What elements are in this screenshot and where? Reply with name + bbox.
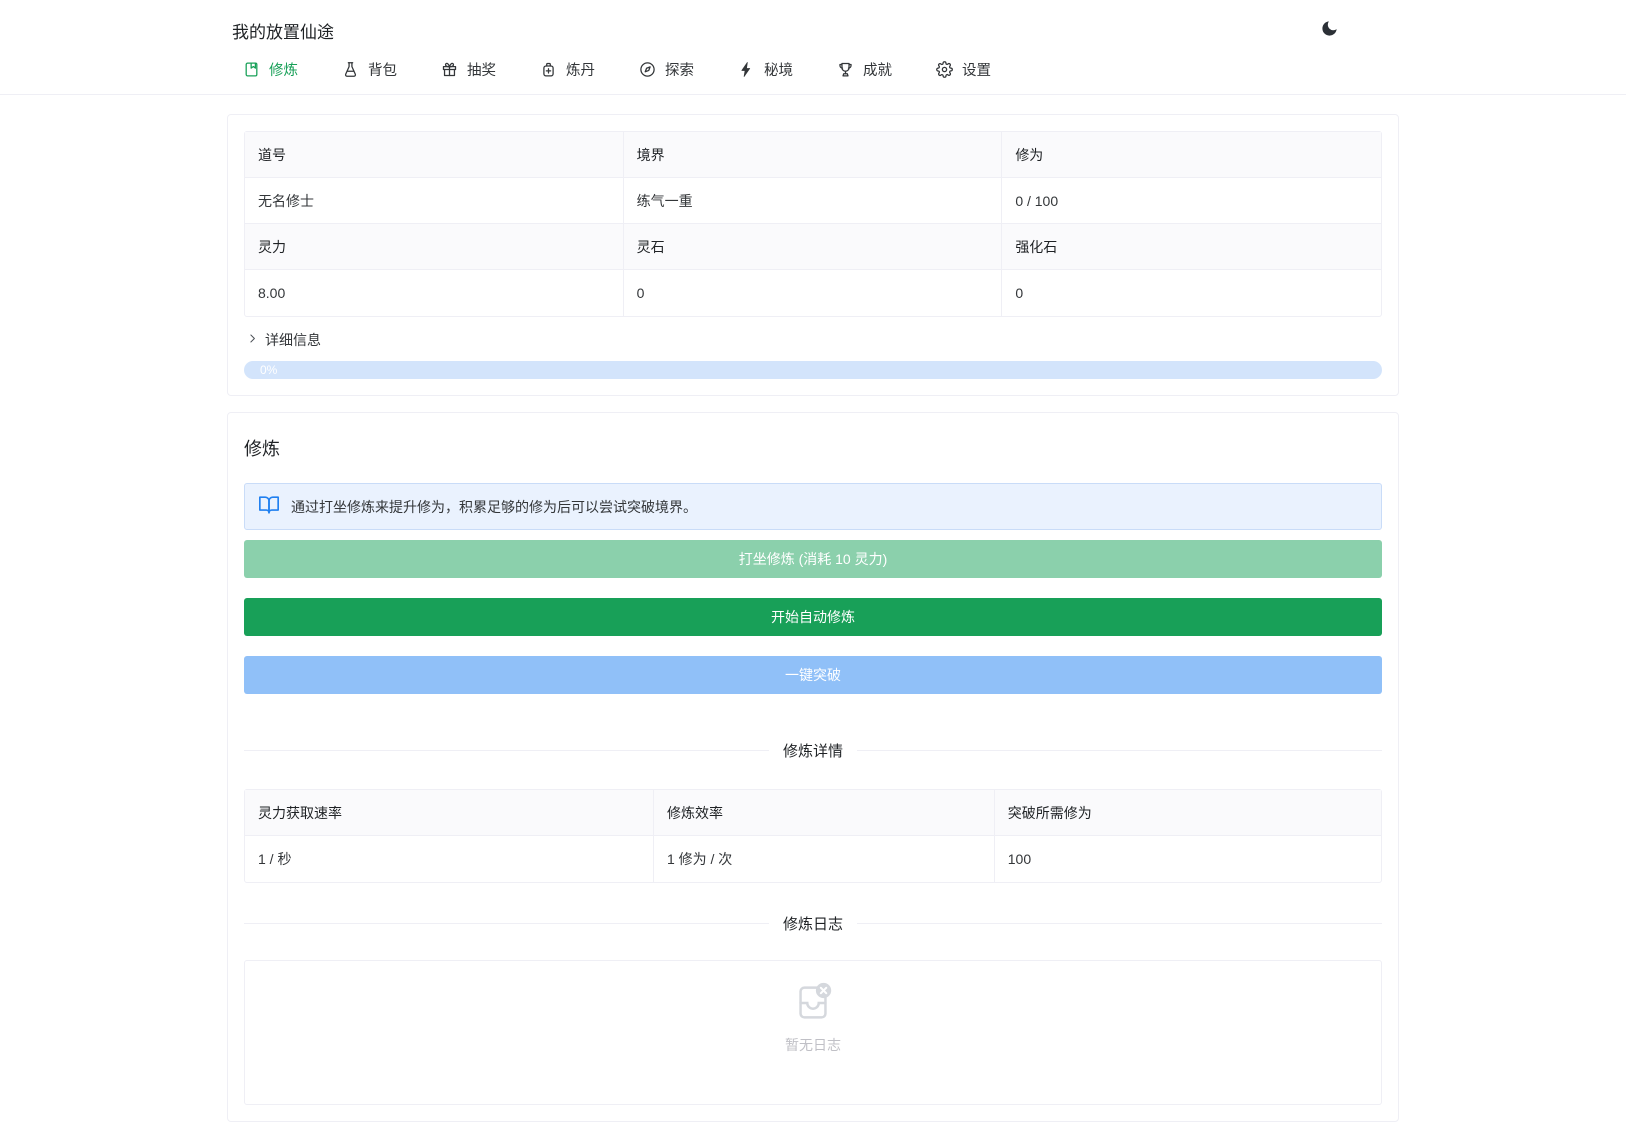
details-collapse-toggle[interactable]: 详细信息 [244,330,1382,350]
tab-achievements[interactable]: 成就 [837,59,892,80]
cultivation-card: 修炼 通过打坐修炼来提升修为，积累足够的修为后可以尝试突破境界。 打坐修炼 (消… [227,412,1399,1122]
flask-icon [342,61,359,78]
book-icon [243,61,260,78]
moon-icon [1320,19,1339,41]
progress-percent-label: 0% [260,363,278,377]
compass-icon [639,61,656,78]
log-divider: 修炼日志 [244,913,1382,934]
stat-header-spirit-power: 灵力 [245,224,624,270]
tab-secret-realm[interactable]: 秘境 [738,59,793,80]
auto-cultivate-button[interactable]: 开始自动修炼 [244,598,1382,636]
table-row: 灵力 灵石 强化石 [245,224,1381,270]
gear-icon [936,61,953,78]
tab-label: 修炼 [269,63,298,79]
stat-value-cultivation: 0 / 100 [1002,178,1381,224]
tab-lottery[interactable]: 抽奖 [441,59,496,80]
table-row: 1 / 秒 1 修为 / 次 100 [245,836,1381,882]
tab-settings[interactable]: 设置 [936,59,991,80]
stat-header-cultivation: 修为 [1002,132,1381,178]
cultivation-card-title: 修炼 [244,439,280,459]
main-nav: 修炼 背包 抽奖 炼丹 探索 秘境 成就 设置 [227,46,1399,94]
book-open-icon [258,494,280,519]
cultivation-tip-alert: 通过打坐修炼来提升修为，积累足够的修为后可以尝试突破境界。 [244,483,1382,530]
tab-cultivation[interactable]: 修炼 [243,59,298,80]
table-row: 无名修士 练气一重 0 / 100 [245,178,1381,224]
page-title: 我的放置仙途 [232,22,334,42]
table-row: 灵力获取速率 修炼效率 突破所需修为 [245,790,1381,836]
stat-header-dao-name: 道号 [245,132,624,178]
stat-value-realm: 练气一重 [623,178,1003,224]
tab-label: 探索 [665,63,694,79]
log-divider-label: 修炼日志 [783,916,844,933]
tab-explore[interactable]: 探索 [639,59,694,80]
empty-log-text: 暂无日志 [785,1037,841,1053]
bolt-icon [738,61,755,78]
tab-label: 背包 [368,63,397,79]
details-divider-label: 修炼详情 [783,743,844,760]
tab-label: 设置 [962,63,991,79]
cultivation-details-table: 灵力获取速率 修炼效率 突破所需修为 1 / 秒 1 修为 / 次 100 [244,789,1382,883]
stat-value-enhance-stones: 0 [1015,285,1024,301]
details-toggle-label: 详细信息 [265,332,321,348]
inbox-x-icon [790,979,836,1028]
trophy-icon [837,61,854,78]
tab-label: 秘境 [764,63,793,79]
chevron-right-icon [246,332,259,348]
tab-backpack[interactable]: 背包 [342,59,397,80]
cultivation-log-empty-state: 暂无日志 [244,960,1382,1105]
stat-header-enhance-stones: 强化石 [1002,224,1381,270]
gift-icon [441,61,458,78]
table-row: 道号 境界 修为 [245,132,1381,178]
cultivation-tip-text: 通过打坐修炼来提升修为，积累足够的修为后可以尝试突破境界。 [291,498,697,515]
details-divider: 修炼详情 [244,740,1382,761]
meditate-button[interactable]: 打坐修炼 (消耗 10 灵力) [244,540,1382,578]
detail-header-breakthrough-req: 突破所需修为 [994,790,1381,836]
detail-value-breakthrough-req: 100 [1007,851,1032,867]
detail-header-spirit-rate: 灵力获取速率 [245,790,654,836]
table-row: 8.00 0 0 [245,270,1381,316]
detail-value-spirit-rate: 1 / 秒 [245,836,654,882]
detail-header-efficiency: 修炼效率 [653,790,995,836]
tab-alchemy[interactable]: 炼丹 [540,59,595,80]
breakthrough-button[interactable]: 一键突破 [244,656,1382,694]
app-header: 我的放置仙途 修炼 背包 抽奖 炼丹 探索 秘境 成就 设置 [0,0,1626,95]
tab-label: 成就 [863,63,892,79]
stat-value-dao-name: 无名修士 [245,178,624,224]
detail-value-efficiency: 1 修为 / 次 [654,836,995,882]
potion-icon [540,61,557,78]
stat-header-spirit-stones: 灵石 [623,224,1003,270]
stats-table: 道号 境界 修为 无名修士 练气一重 0 / 100 灵力 灵石 强化石 8.0… [244,131,1382,317]
stat-header-realm: 境界 [623,132,1003,178]
tab-label: 抽奖 [467,63,496,79]
theme-toggle-button[interactable] [1320,19,1339,41]
main-content: 道号 境界 修为 无名修士 练气一重 0 / 100 灵力 灵石 强化石 8.0… [227,95,1399,1122]
stats-card: 道号 境界 修为 无名修士 练气一重 0 / 100 灵力 灵石 强化石 8.0… [227,114,1399,396]
stat-value-spirit-power: 8.00 [245,270,624,316]
tab-label: 炼丹 [566,63,595,79]
cultivation-progress-bar: 0% [244,361,1382,379]
stat-value-spirit-stones: 0 [624,270,1003,316]
